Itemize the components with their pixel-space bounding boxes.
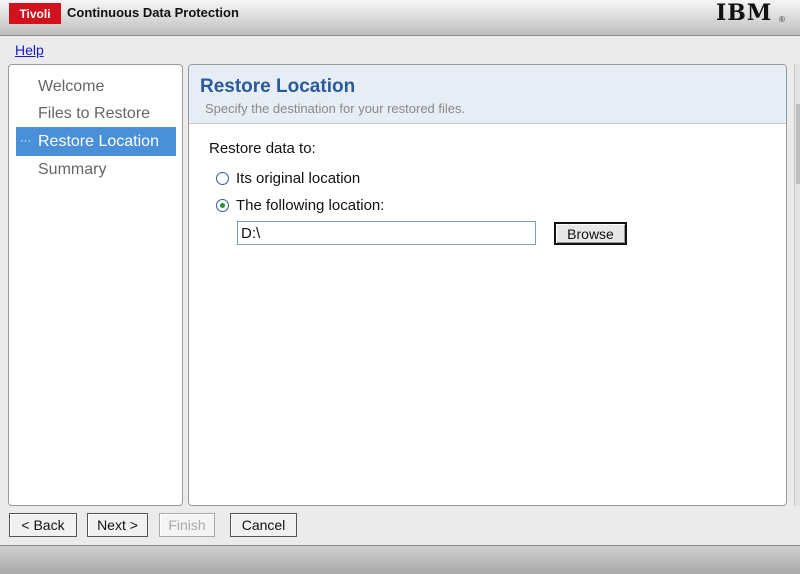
panel-header: Restore Location Specify the destination… xyxy=(189,65,786,124)
nav-step-files-to-restore[interactable]: Files to Restore xyxy=(16,99,176,128)
ibm-logo: IBM xyxy=(716,2,786,24)
app-banner: Tivoli Continuous Data Protection IBM ® xyxy=(0,0,800,36)
restore-location-panel: Restore Location Specify the destination… xyxy=(188,64,787,506)
cancel-button[interactable]: Cancel xyxy=(230,513,297,537)
original-location-label: Its original location xyxy=(236,169,361,187)
nav-step-restore-location[interactable]: ··· Restore Location xyxy=(16,127,176,156)
help-link[interactable]: Help xyxy=(15,42,44,58)
product-title: Continuous Data Protection xyxy=(67,5,239,20)
nav-step-label: Restore Location xyxy=(38,133,159,150)
restore-path-input[interactable] xyxy=(237,221,536,245)
nav-step-label: Welcome xyxy=(38,78,105,95)
wizard-step-list: Welcome Files to Restore ··· Restore Loc… xyxy=(8,64,183,506)
page-title: Restore Location xyxy=(200,76,356,97)
page-subtitle: Specify the destination for your restore… xyxy=(205,101,466,116)
following-location-label: The following location: xyxy=(236,196,385,214)
tivoli-logo: Tivoli xyxy=(9,3,61,24)
scrollbar-thumb[interactable] xyxy=(796,104,800,184)
back-button[interactable]: < Back xyxy=(9,513,77,537)
finish-button: Finish xyxy=(159,513,215,537)
registered-mark: ® xyxy=(779,15,785,24)
restore-data-to-label: Restore data to: xyxy=(209,140,316,157)
nav-step-label: Files to Restore xyxy=(38,105,151,122)
original-location-radio[interactable] xyxy=(216,171,229,185)
window-scrollbar[interactable] xyxy=(794,64,800,506)
browse-button[interactable]: Browse xyxy=(554,222,627,245)
original-location-option[interactable]: Its original location xyxy=(216,168,360,188)
following-location-radio[interactable] xyxy=(216,198,229,212)
nav-step-label: Summary xyxy=(38,161,107,178)
current-step-icon: ··· xyxy=(20,135,31,147)
nav-step-welcome[interactable]: Welcome xyxy=(16,72,176,101)
following-location-option[interactable]: The following location: xyxy=(216,195,384,215)
status-bar xyxy=(0,545,800,574)
ibm-logo-text: IBM xyxy=(716,0,773,26)
next-button[interactable]: Next > xyxy=(87,513,148,537)
nav-step-summary[interactable]: Summary xyxy=(16,155,176,184)
